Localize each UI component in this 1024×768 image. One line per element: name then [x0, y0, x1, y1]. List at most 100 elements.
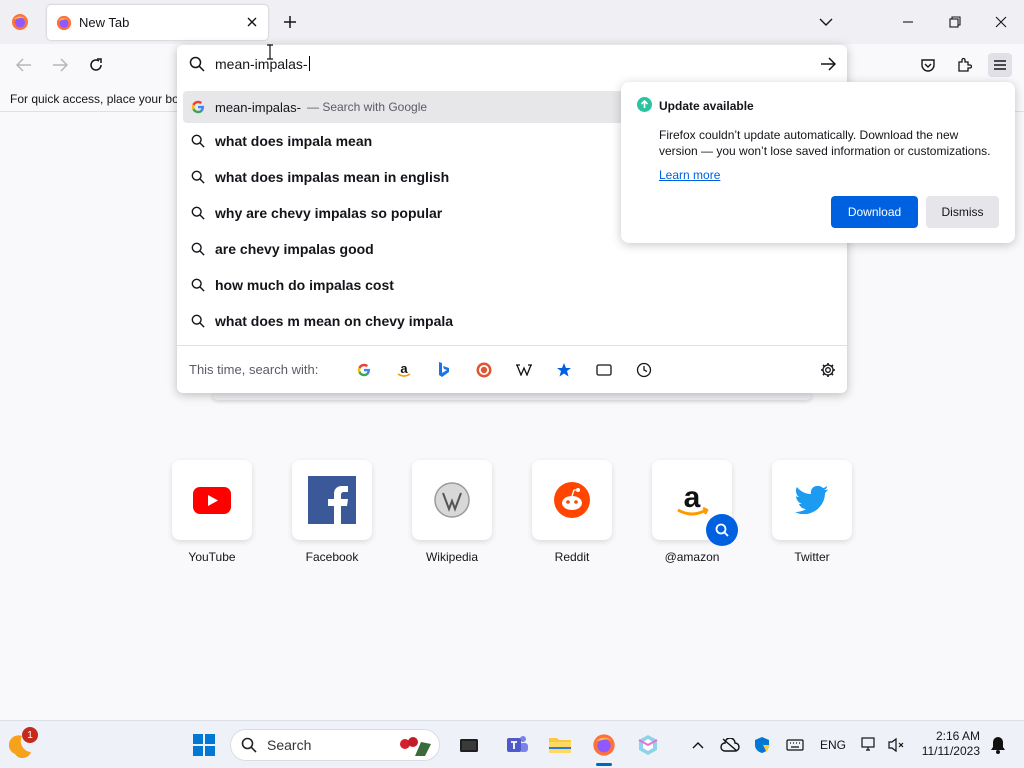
engine-google-button[interactable]: [344, 358, 384, 382]
app-icon: [638, 735, 658, 755]
tile-label: Reddit: [554, 550, 590, 564]
result-text: are chevy impalas good: [215, 241, 374, 257]
pocket-button[interactable]: [916, 53, 940, 77]
minimize-button[interactable]: [898, 12, 918, 32]
folder-icon: [549, 738, 571, 753]
newtab-search-box[interactable]: [212, 392, 812, 400]
firefox-taskbar-button[interactable]: [588, 729, 620, 761]
cloud-offline-icon: [720, 738, 740, 752]
taskbar-search-box[interactable]: Search: [230, 729, 440, 761]
history-clock-icon: [636, 362, 652, 377]
gear-icon: [821, 363, 835, 377]
task-view-button[interactable]: [453, 729, 485, 761]
result-text: mean-impalas-: [215, 99, 301, 115]
result-text: what does impalas mean in english: [215, 169, 450, 185]
top-site-youtube[interactable]: YouTube: [172, 460, 252, 564]
tile-icon-box: [172, 460, 252, 540]
onedrive-button[interactable]: [716, 729, 744, 761]
search-icon: [191, 242, 205, 256]
tile-icon-box: a: [652, 460, 738, 546]
touch-keyboard-button[interactable]: [781, 729, 809, 761]
top-site-reddit[interactable]: Reddit: [532, 460, 612, 564]
go-button[interactable]: [819, 55, 837, 73]
teams-button[interactable]: [501, 729, 533, 761]
search-icon: [241, 737, 257, 753]
result-suggestion[interactable]: what does m mean on chevy impala: [183, 303, 841, 339]
engine-duckduckgo-button[interactable]: [464, 358, 504, 382]
show-hidden-icons-button[interactable]: [686, 729, 710, 761]
firefox-logo-icon: [56, 15, 72, 30]
tile-label: YouTube: [188, 550, 236, 564]
history-search-button[interactable]: [624, 358, 664, 382]
back-button[interactable]: [12, 53, 36, 77]
app-taskbar-button[interactable]: [632, 729, 664, 761]
bell-icon: [991, 737, 1005, 754]
clock-time: 2:16 AM: [935, 729, 980, 743]
top-site-twitter[interactable]: Twitter: [772, 460, 852, 564]
windows-taskbar: 1 Search ENG 2:16 AM 11/11/2023: [0, 720, 1024, 768]
result-text: why are chevy impalas so popular: [215, 205, 443, 221]
result-suggestion[interactable]: how much do impalas cost: [183, 267, 841, 303]
close-icon: [995, 16, 1007, 28]
tile-label: Facebook: [305, 550, 359, 564]
youtube-icon: [193, 486, 231, 514]
volume-button[interactable]: [882, 729, 910, 761]
tabs-search-button[interactable]: [584, 358, 624, 382]
network-icon: [861, 737, 875, 751]
search-icon: [191, 206, 205, 220]
engine-bing-button[interactable]: [424, 358, 464, 382]
tab-new-tab[interactable]: New Tab: [47, 5, 268, 40]
google-icon: [191, 100, 204, 114]
tile-icon-box: [292, 460, 372, 540]
app-menu-button[interactable]: [988, 53, 1012, 77]
restore-button[interactable]: [945, 12, 965, 32]
tab-icon: [596, 363, 612, 376]
chevron-up-icon: [692, 742, 704, 749]
list-all-tabs-button[interactable]: [816, 12, 836, 32]
reload-icon: [90, 58, 102, 71]
start-button[interactable]: [188, 729, 220, 761]
taskbar-search-label: Search: [267, 737, 312, 753]
new-tab-button[interactable]: [280, 12, 300, 32]
bookmark-star-icon: [557, 362, 571, 376]
firefox-view-button[interactable]: [8, 10, 32, 34]
tab-strip: New Tab: [0, 0, 1024, 44]
engine-wikipedia-button[interactable]: [504, 358, 544, 382]
clock-date: 11/11/2023: [921, 744, 980, 758]
firefox-logo-icon: [593, 734, 615, 756]
search-icon: [191, 134, 205, 148]
security-button[interactable]: [748, 729, 776, 761]
facebook-icon: [308, 476, 356, 524]
search-settings-button[interactable]: [819, 361, 837, 379]
learn-more-link[interactable]: Learn more: [659, 168, 720, 182]
input-language[interactable]: ENG: [820, 738, 846, 752]
search-highlight-icon: [400, 737, 431, 756]
bookmarks-search-button[interactable]: [544, 358, 584, 382]
forward-button[interactable]: [48, 53, 72, 77]
taskbar-clock[interactable]: 2:16 AM 11/11/2023: [918, 729, 980, 759]
svg-text:a: a: [400, 362, 408, 376]
chevron-down-icon: [819, 18, 833, 26]
dismiss-button[interactable]: Dismiss: [926, 196, 999, 228]
urlbar-input[interactable]: mean-impalas-: [177, 45, 847, 83]
engine-amazon-button[interactable]: a: [384, 358, 424, 382]
teams-icon: [507, 736, 528, 752]
top-site-facebook[interactable]: Facebook: [292, 460, 372, 564]
extensions-button[interactable]: [952, 53, 976, 77]
file-explorer-button[interactable]: [544, 729, 576, 761]
close-tab-icon[interactable]: [244, 14, 260, 30]
close-window-button[interactable]: [991, 12, 1011, 32]
notifications-button[interactable]: [984, 729, 1012, 761]
network-button[interactable]: [856, 729, 884, 761]
windows-logo-icon: [193, 734, 215, 756]
top-site-wikipedia[interactable]: Wikipedia: [412, 460, 492, 564]
tile-icon-box: [772, 460, 852, 540]
download-button[interactable]: Download: [831, 196, 918, 228]
reload-button[interactable]: [84, 53, 108, 77]
restore-icon: [949, 16, 961, 28]
top-site-amazon[interactable]: a @amazon: [652, 460, 738, 564]
update-panel-message: Firefox couldn’t update automatically. D…: [659, 128, 991, 158]
reddit-icon: [554, 482, 590, 518]
search-shortcut-badge: [706, 514, 738, 546]
active-app-indicator: [596, 763, 612, 766]
